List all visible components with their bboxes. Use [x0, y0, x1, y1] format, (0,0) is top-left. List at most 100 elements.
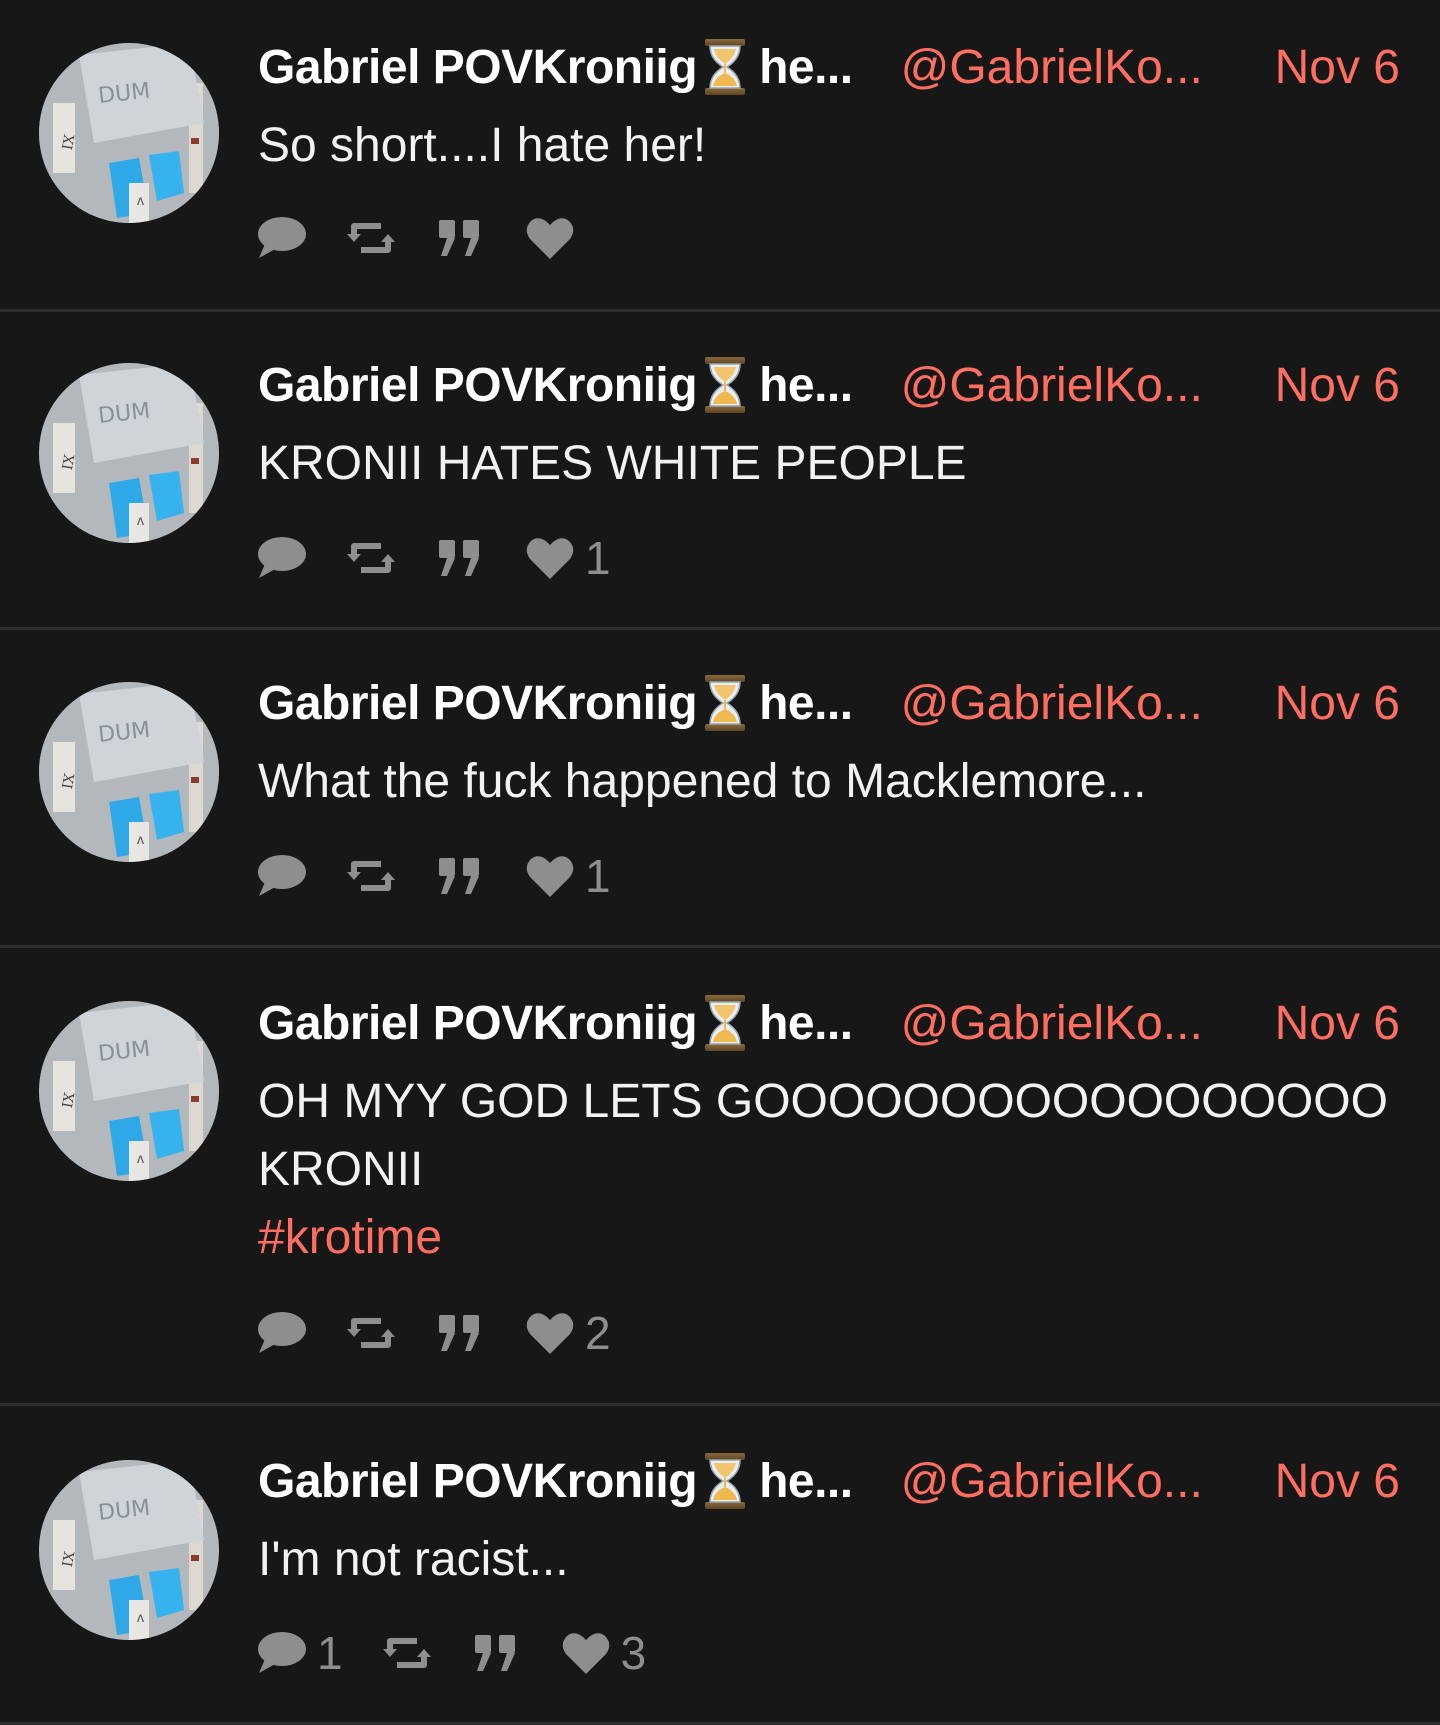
- post-date[interactable]: Nov 6: [1275, 358, 1400, 413]
- repost-button[interactable]: [345, 214, 397, 262]
- svg-text:IX: IX: [60, 133, 78, 151]
- like-button[interactable]: 3: [561, 1626, 647, 1680]
- like-button[interactable]: 1: [525, 531, 611, 585]
- author-name[interactable]: Gabriel POVKroniig: [258, 358, 698, 413]
- post-header: Gabriel POVKroniig he... @GabrielKo... N…: [258, 355, 1400, 415]
- author-name-suffix[interactable]: he...: [759, 996, 853, 1051]
- post-date[interactable]: Nov 6: [1275, 676, 1400, 731]
- like-icon: [525, 1310, 575, 1356]
- like-button[interactable]: 2: [525, 1306, 611, 1360]
- post-body: So short....I hate her!: [258, 112, 1380, 180]
- svg-text:IX: IX: [60, 1091, 78, 1109]
- post[interactable]: IX DUM ᴧ Gabriel POVKroniig he... @Gabri…: [0, 0, 1440, 312]
- post-date[interactable]: Nov 6: [1275, 996, 1400, 1051]
- repost-button[interactable]: [381, 1629, 433, 1677]
- post-body: KRONII HATES WHITE PEOPLE: [258, 430, 1380, 498]
- post[interactable]: IX DUM ᴧ Gabriel POVKroniig he... @Gabri…: [0, 1406, 1440, 1725]
- quote-button[interactable]: [435, 852, 487, 900]
- post-text-line: KRONII HATES WHITE PEOPLE: [258, 437, 967, 490]
- reply-button[interactable]: [255, 852, 307, 900]
- avatar-image: IX DUM ᴧ: [39, 43, 219, 223]
- post-header: Gabriel POVKroniig he... @GabrielKo... N…: [258, 993, 1400, 1053]
- author-name-suffix[interactable]: he...: [759, 676, 853, 731]
- avatar[interactable]: IX DUM ᴧ: [39, 43, 219, 223]
- svg-text:IX: IX: [60, 453, 78, 471]
- hourglass-icon: [703, 673, 747, 733]
- repost-icon: [345, 534, 397, 582]
- like-icon: [561, 1630, 611, 1676]
- svg-text:ᴧ: ᴧ: [137, 512, 144, 528]
- hourglass-icon: [703, 355, 747, 415]
- author-name[interactable]: Gabriel POVKroniig: [258, 1454, 698, 1509]
- author-name[interactable]: Gabriel POVKroniig: [258, 996, 698, 1051]
- repost-button[interactable]: [345, 852, 397, 900]
- svg-text:ᴧ: ᴧ: [137, 1150, 144, 1166]
- hashtag-link[interactable]: #krotime: [258, 1204, 1380, 1272]
- reply-button[interactable]: 1: [255, 1626, 343, 1680]
- quote-button[interactable]: [435, 214, 487, 262]
- post-text-line: OH MYY GOD LETS GOOOOOOOOOOOOOOOOO: [258, 1075, 1388, 1128]
- repost-button[interactable]: [345, 534, 397, 582]
- post-date[interactable]: Nov 6: [1275, 40, 1400, 95]
- reply-count: 1: [317, 1627, 343, 1679]
- quote-icon: [435, 534, 487, 582]
- like-icon: [525, 535, 575, 581]
- avatar-image: IX DUM ᴧ: [39, 1460, 219, 1640]
- post-actions: 1: [255, 848, 611, 904]
- like-button[interactable]: 1: [525, 849, 611, 903]
- hourglass-icon: [703, 993, 747, 1053]
- avatar[interactable]: IX DUM ᴧ: [39, 1460, 219, 1640]
- repost-icon: [345, 852, 397, 900]
- quote-icon: [435, 1309, 487, 1357]
- post[interactable]: IX DUM ᴧ Gabriel POVKroniig he... @Gabri…: [0, 312, 1440, 630]
- reply-button[interactable]: [255, 1309, 307, 1357]
- like-button[interactable]: [525, 215, 575, 261]
- author-handle[interactable]: @GabrielKo...: [901, 996, 1203, 1051]
- post-header: Gabriel POVKroniig he... @GabrielKo... N…: [258, 37, 1400, 97]
- reply-icon: [255, 214, 307, 262]
- author-handle[interactable]: @GabrielKo...: [901, 358, 1203, 413]
- author-name[interactable]: Gabriel POVKroniig: [258, 40, 698, 95]
- post-actions: 1: [255, 530, 611, 586]
- reply-button[interactable]: [255, 534, 307, 582]
- quote-icon: [435, 852, 487, 900]
- avatar-image: IX DUM ᴧ: [39, 1001, 219, 1181]
- avatar[interactable]: IX DUM ᴧ: [39, 363, 219, 543]
- repost-button[interactable]: [345, 1309, 397, 1357]
- like-count: 2: [585, 1307, 611, 1359]
- author-name-suffix[interactable]: he...: [759, 358, 853, 413]
- hourglass-icon: [703, 37, 747, 97]
- post-body: What the fuck happened to Macklemore...: [258, 748, 1380, 816]
- author-handle[interactable]: @GabrielKo...: [901, 40, 1203, 95]
- like-count: 1: [585, 850, 611, 902]
- like-icon: [525, 853, 575, 899]
- author-name-suffix[interactable]: he...: [759, 1454, 853, 1509]
- post-body: OH MYY GOD LETS GOOOOOOOOOOOOOOOOO KRONII…: [258, 1068, 1388, 1272]
- reply-icon: [255, 852, 307, 900]
- avatar[interactable]: IX DUM ᴧ: [39, 682, 219, 862]
- post[interactable]: IX DUM ᴧ Gabriel POVKroniig he... @Gabri…: [0, 948, 1440, 1406]
- hourglass-icon: [703, 1451, 747, 1511]
- reply-icon: [255, 1629, 307, 1677]
- quote-icon: [471, 1629, 523, 1677]
- author-name[interactable]: Gabriel POVKroniig: [258, 676, 698, 731]
- author-handle[interactable]: @GabrielKo...: [901, 676, 1203, 731]
- repost-icon: [381, 1629, 433, 1677]
- post-actions: [255, 210, 575, 266]
- like-count: 3: [620, 1627, 647, 1679]
- quote-button[interactable]: [435, 1309, 487, 1357]
- avatar-image: IX DUM ᴧ: [39, 682, 219, 862]
- quote-button[interactable]: [471, 1629, 523, 1677]
- svg-text:ᴧ: ᴧ: [137, 1609, 144, 1625]
- avatar-image: IX DUM ᴧ: [39, 363, 219, 543]
- author-handle[interactable]: @GabrielKo...: [901, 1454, 1203, 1509]
- post-date[interactable]: Nov 6: [1275, 1454, 1400, 1509]
- post[interactable]: IX DUM ᴧ Gabriel POVKroniig he... @Gabri…: [0, 630, 1440, 948]
- author-name-suffix[interactable]: he...: [759, 40, 853, 95]
- repost-icon: [345, 1309, 397, 1357]
- quote-button[interactable]: [435, 534, 487, 582]
- post-text-line: I'm not racist...: [258, 1533, 569, 1586]
- reply-button[interactable]: [255, 214, 307, 262]
- avatar[interactable]: IX DUM ᴧ: [39, 1001, 219, 1181]
- svg-text:ᴧ: ᴧ: [137, 831, 144, 847]
